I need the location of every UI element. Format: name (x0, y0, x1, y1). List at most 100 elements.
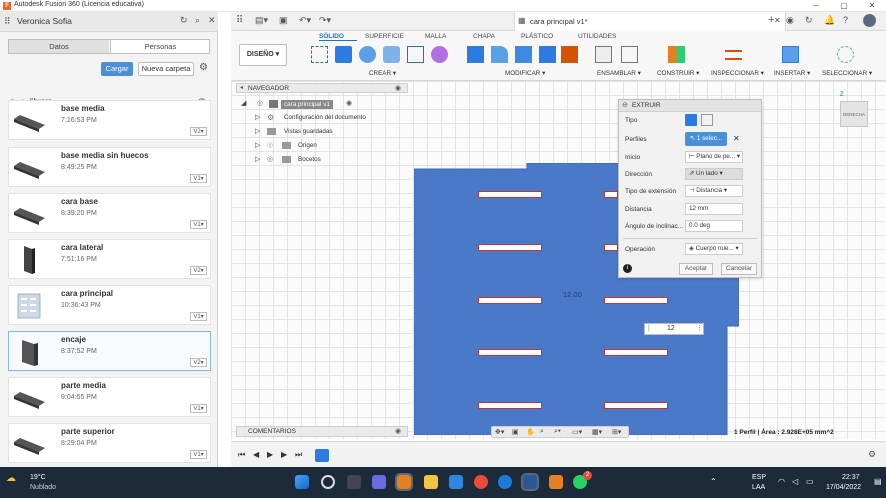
redo-icon[interactable]: ↷▾ (319, 15, 331, 26)
undo-icon[interactable]: ↶▾ (299, 15, 311, 26)
layout-indicator[interactable]: LAA (752, 484, 765, 491)
plane-icon[interactable] (668, 46, 685, 63)
tab-personas[interactable]: Personas (110, 40, 210, 53)
joint-icon[interactable] (621, 46, 638, 63)
workspace-selector[interactable]: DISEÑO ▾ (239, 44, 287, 66)
operation-select[interactable]: ◈ Cuerpo nue... ▾ (685, 243, 743, 255)
info-icon[interactable]: i (623, 264, 632, 273)
edge-icon[interactable] (498, 475, 512, 489)
slot-profile[interactable] (478, 244, 542, 251)
select-icon[interactable] (837, 46, 854, 63)
group-modificar[interactable]: MODIFICAR ▾ (505, 70, 545, 77)
expand-icon[interactable]: ▷ (255, 113, 260, 121)
file-item-selected[interactable]: encaje 8:37:52 PM V2▾ (8, 331, 211, 371)
volume-icon[interactable]: ◁ (792, 477, 798, 486)
activate-icon[interactable]: ◉ (346, 99, 352, 107)
shell-icon[interactable] (539, 46, 556, 63)
viewcube-face[interactable]: DERECHA (840, 101, 868, 127)
version-badge[interactable]: V1▾ (190, 312, 207, 321)
viewcube[interactable]: Z DERECHA (840, 92, 870, 132)
previous-step-icon[interactable]: ◀ (253, 450, 259, 459)
more-icon[interactable]: ⋮ (696, 324, 703, 332)
tab-plastico[interactable]: PLÁSTICO (521, 33, 553, 40)
slot-profile[interactable] (478, 349, 542, 356)
zoom-icon[interactable]: ⌕ (540, 428, 544, 436)
battery-icon[interactable]: ▭ (806, 477, 814, 486)
visibility-icon[interactable]: ◎ (257, 99, 263, 107)
close-icon[interactable]: ✕ (862, 0, 882, 12)
type-thin-button[interactable] (701, 114, 713, 126)
settings-icon[interactable]: ⚙ (868, 449, 876, 460)
profiles-selection[interactable]: ↖ 1 selec... (685, 132, 727, 146)
tray-chevron-icon[interactable]: ⌃ (710, 477, 717, 486)
fusion-icon[interactable] (549, 475, 563, 489)
version-badge[interactable]: V1▾ (190, 220, 207, 229)
look-at-icon[interactable]: ▣ (512, 428, 519, 436)
new-tab-icon[interactable]: + (768, 14, 774, 26)
direction-select[interactable]: ⇗ Un lado ▾ (685, 168, 743, 180)
group-inspeccionar[interactable]: INSPECCIONAR ▾ (711, 70, 764, 77)
first-step-icon[interactable]: ⏮ (238, 450, 245, 460)
refresh-icon[interactable]: ↻ (180, 15, 188, 26)
expand-icon[interactable]: ▷ (255, 127, 260, 135)
next-step-icon[interactable]: ▶ (281, 450, 287, 459)
slot-profile[interactable] (478, 402, 542, 409)
browser-item[interactable]: ▷ Vistas guardadas (255, 127, 385, 138)
distance-input[interactable]: 12 mm (685, 203, 743, 215)
fillet-icon[interactable] (491, 46, 508, 63)
tab-utilidades[interactable]: UTILIDADES (578, 33, 616, 40)
file-item[interactable]: cara lateral 7:51:16 PM V2▾ (8, 239, 211, 279)
group-insertar[interactable]: INSERTAR ▾ (774, 70, 810, 77)
gear-icon[interactable]: ⚙ (199, 62, 208, 73)
browser-item[interactable]: ▷ ◎ Origen (255, 141, 385, 152)
browser-item[interactable]: ▷ ◎ Bocetos (255, 155, 385, 166)
search-icon[interactable] (321, 475, 335, 489)
search-icon[interactable]: ⌕ (195, 15, 200, 26)
file-item[interactable]: base media 7:16:53 PM V2▾ (8, 100, 211, 140)
tab-malla[interactable]: MALLA (425, 33, 446, 40)
expand-icon[interactable]: ▷ (255, 155, 260, 163)
avatar[interactable] (863, 14, 876, 27)
hole-icon[interactable] (383, 46, 400, 63)
chrome-icon[interactable] (474, 475, 488, 489)
clock-date[interactable]: 17/04/2022 (826, 484, 861, 491)
file-item[interactable]: parte superior 8:29:04 PM V1▾ (8, 423, 211, 463)
file-menu-icon[interactable]: ▤▾ (255, 15, 268, 26)
tab-solido[interactable]: SÓLIDO (319, 33, 344, 40)
group-seleccionar[interactable]: SELECCIONAR ▾ (822, 70, 872, 77)
ok-button[interactable]: Aceptar (679, 263, 713, 275)
slot-profile[interactable] (604, 191, 618, 198)
job-status-icon[interactable]: ↻ (805, 15, 813, 26)
type-solid-button[interactable] (685, 114, 697, 126)
fit-icon[interactable]: ⌕▾ (554, 428, 561, 436)
apps-grid-icon[interactable]: ⠿ (4, 16, 11, 27)
slot-profile[interactable] (604, 402, 668, 409)
document-tab[interactable]: ▦ cara principal v1* ✕ (514, 12, 786, 31)
new-folder-button[interactable]: Nueva carpeta (138, 62, 194, 76)
slot-profile[interactable] (604, 244, 618, 251)
move-icon[interactable] (561, 46, 578, 63)
fusion-app-icon[interactable] (395, 473, 413, 491)
hidden-icon[interactable]: ◎ (267, 141, 273, 149)
extrude-icon[interactable] (335, 46, 352, 63)
wifi-icon[interactable]: ◠ (778, 477, 785, 486)
file-item[interactable]: parte media 9:04:55 PM V1▾ (8, 377, 211, 417)
slot-profile[interactable] (604, 297, 668, 304)
browser-header[interactable]: ◂ NAVEGADOR ◉ (236, 83, 408, 93)
start-icon[interactable] (295, 475, 309, 489)
minimize-icon[interactable]: – (806, 0, 826, 12)
taper-angle-input[interactable]: 0.0 deg (685, 220, 743, 232)
insert-image-icon[interactable] (782, 46, 799, 63)
last-step-icon[interactable]: ⏭ (295, 450, 302, 460)
pin-icon[interactable]: ◉ (395, 427, 401, 435)
language-indicator[interactable]: ESP (752, 474, 766, 481)
viewports-icon[interactable]: ⊞▾ (612, 428, 621, 436)
cancel-button[interactable]: Cancelar (721, 263, 757, 275)
version-badge[interactable]: V1▾ (190, 174, 207, 183)
sketch-icon[interactable] (311, 46, 328, 63)
apps-grid-icon[interactable]: ⠿ (236, 15, 243, 26)
group-crear[interactable]: CREAR ▾ (369, 70, 396, 77)
close-panel-icon[interactable]: ✕ (208, 15, 216, 26)
play-icon[interactable]: ▶ (267, 450, 273, 459)
notification-center-icon[interactable]: ▤ (874, 477, 882, 486)
